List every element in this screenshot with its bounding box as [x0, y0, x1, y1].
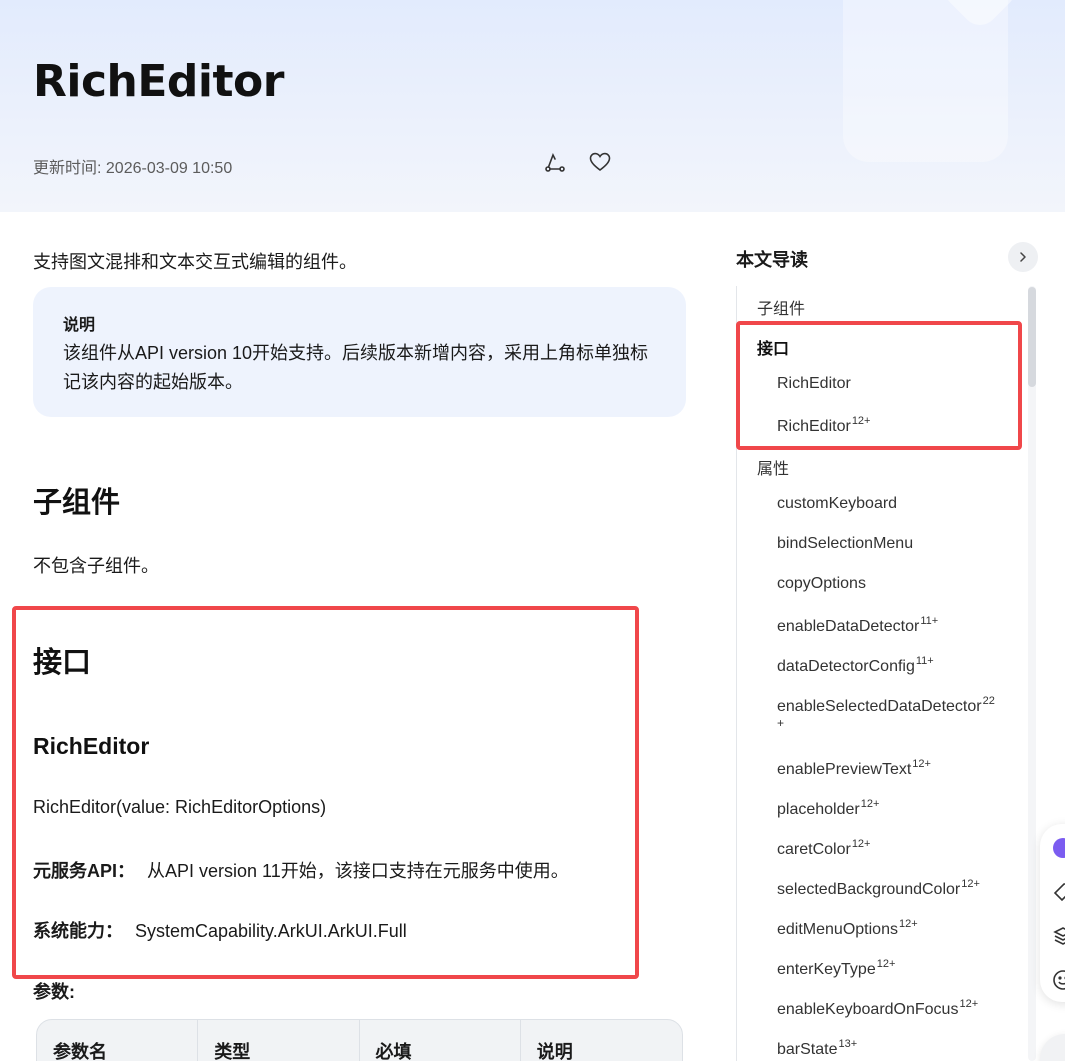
- syscap-label: 系统能力：: [33, 921, 123, 941]
- section-heading-children: 子组件: [33, 487, 121, 519]
- params-label: 参数:: [33, 982, 75, 1002]
- layers-icon[interactable]: [1052, 925, 1065, 947]
- page-title: RichEditor: [33, 56, 284, 107]
- back-to-top-button[interactable]: [1040, 1034, 1065, 1061]
- tag-icon[interactable]: [1052, 881, 1065, 903]
- toc-item[interactable]: barState13+: [777, 1038, 857, 1059]
- syscap-text: SystemCapability.ArkUI.ArkUI.Full: [135, 921, 407, 941]
- table-header-name: 参数名: [37, 1020, 199, 1061]
- toc-item[interactable]: bindSelectionMenu: [777, 535, 913, 553]
- toc-item[interactable]: customKeyboard: [777, 495, 897, 513]
- note-box: 说明 该组件从API version 10开始支持。后续版本新增内容，采用上角标…: [33, 287, 686, 417]
- toc-item[interactable]: caretColor12+: [777, 838, 870, 859]
- toc-item[interactable]: enableDataDetector11+: [777, 615, 938, 636]
- interface-subheading: RichEditor: [33, 733, 150, 759]
- section-heading-interface: 接口: [33, 647, 92, 679]
- note-title: 说明: [63, 317, 96, 334]
- syscap-line: 系统能力： SystemCapability.ArkUI.ArkUI.Full: [33, 917, 407, 943]
- params-table-header: 参数名 类型 必填 说明: [36, 1019, 683, 1061]
- intro-text: 支持图文混排和文本交互式编辑的组件。: [33, 252, 357, 272]
- toc-item[interactable]: enablePreviewText12+: [777, 758, 931, 779]
- toc-item[interactable]: dataDetectorConfig11+: [777, 655, 934, 676]
- note-body: 该组件从API version 10开始支持。后续版本新增内容，采用上角标单独标…: [63, 343, 649, 392]
- atomic-service-label: 元服务API：: [33, 861, 136, 881]
- toc-scrollbar-thumb[interactable]: [1028, 287, 1036, 387]
- toc-title: 本文导读: [736, 250, 808, 270]
- toc-item[interactable]: placeholder12+: [777, 798, 879, 819]
- ai-assistant-icon[interactable]: [1052, 837, 1065, 859]
- toc-item-wrap: +: [777, 716, 785, 730]
- chevron-right-icon: [1020, 252, 1026, 262]
- toc-item[interactable]: selectedBackgroundColor12+: [777, 878, 980, 899]
- heart-icon[interactable]: [588, 150, 612, 174]
- toc-item[interactable]: enableKeyboardOnFocus12+: [777, 998, 978, 1019]
- toc-item[interactable]: editMenuOptions12+: [777, 918, 918, 939]
- table-header-description: 说明: [536, 1042, 573, 1061]
- atomic-service-line: 元服务API： 从API version 11开始，该接口支持在元服务中使用。: [33, 857, 569, 883]
- toc-item[interactable]: enableSelectedDataDetector22: [777, 695, 995, 716]
- share-icon[interactable]: [543, 150, 567, 174]
- smile-feedback-icon[interactable]: [1052, 969, 1065, 991]
- toc-item[interactable]: enterKeyType12+: [777, 958, 895, 979]
- table-header-type: 类型: [198, 1020, 360, 1061]
- children-text: 不包含子组件。: [33, 556, 159, 576]
- toc-item[interactable]: 属性: [757, 455, 789, 479]
- highlight-box-toc: [736, 321, 1022, 450]
- toc-item[interactable]: 子组件: [757, 295, 805, 319]
- table-header-required: 必填: [360, 1020, 521, 1061]
- update-time: 更新时间: 2026-03-09 10:50: [33, 160, 233, 177]
- toc-item[interactable]: copyOptions: [777, 575, 866, 593]
- toc-collapse-button[interactable]: [1008, 242, 1038, 272]
- atomic-service-text: 从API version 11开始，该接口支持在元服务中使用。: [147, 861, 569, 881]
- toc-scrollbar[interactable]: [1028, 286, 1036, 1061]
- interface-signature: RichEditor(value: RichEditorOptions): [33, 797, 327, 817]
